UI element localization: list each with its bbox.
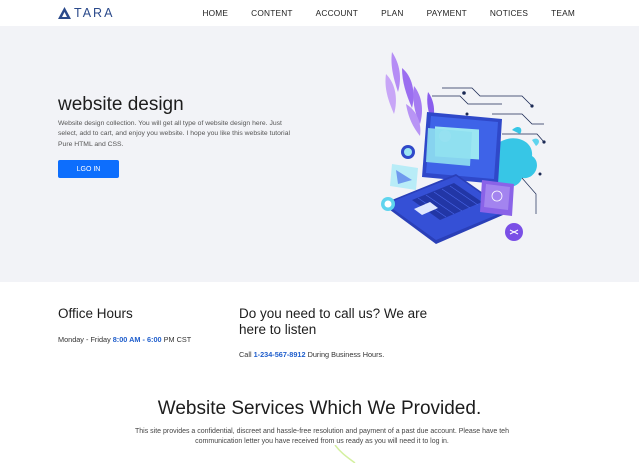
call-prefix: Call [239, 350, 254, 359]
phone-link[interactable]: 1-234-567-8912 [254, 350, 306, 359]
top-navbar: TARA HOME CONTENT ACCOUNT PLAN PAYMENT N… [0, 0, 639, 26]
main-nav: HOME CONTENT ACCOUNT PLAN PAYMENT NOTICE… [202, 8, 575, 18]
login-button[interactable]: LGO IN [58, 160, 119, 178]
nav-account[interactable]: ACCOUNT [316, 8, 358, 18]
office-hours-suffix: PM CST [161, 335, 192, 344]
office-hours-end: 6:00 [146, 335, 162, 344]
hero-description: Website design collection. You will get … [58, 120, 290, 148]
nav-content[interactable]: CONTENT [251, 8, 293, 18]
nav-notices[interactable]: NOTICES [490, 8, 528, 18]
call-us-title: Do you need to call us? We are here to l… [239, 306, 428, 337]
hero-title: website design [58, 94, 184, 115]
logo-triangle-icon [58, 7, 71, 19]
decorative-line [334, 445, 356, 463]
nav-home[interactable]: HOME [202, 8, 228, 18]
office-hours-title: Office Hours [58, 306, 133, 321]
hero-section: website design Website design collection… [0, 26, 639, 282]
office-hours-start: 8:00 AM [112, 335, 141, 344]
call-us-text: Call 1-234-567-8912 During Business Hour… [239, 350, 384, 359]
nav-team[interactable]: TEAM [551, 8, 575, 18]
logo[interactable]: TARA [58, 6, 114, 20]
nav-plan[interactable]: PLAN [381, 8, 403, 18]
nav-payment[interactable]: PAYMENT [427, 8, 467, 18]
logo-text: TARA [74, 6, 115, 20]
laptop-illustration [381, 52, 546, 244]
services-description: This site provides a confidential, discr… [135, 428, 509, 445]
office-hours-prefix: Monday - Friday [58, 335, 113, 344]
services-title: Website Services Which We Provided. [157, 398, 482, 419]
call-suffix: During Business Hours. [305, 350, 385, 359]
office-hours-text: Monday - Friday 8:00 AM - 6:00 PM CST [58, 335, 191, 344]
